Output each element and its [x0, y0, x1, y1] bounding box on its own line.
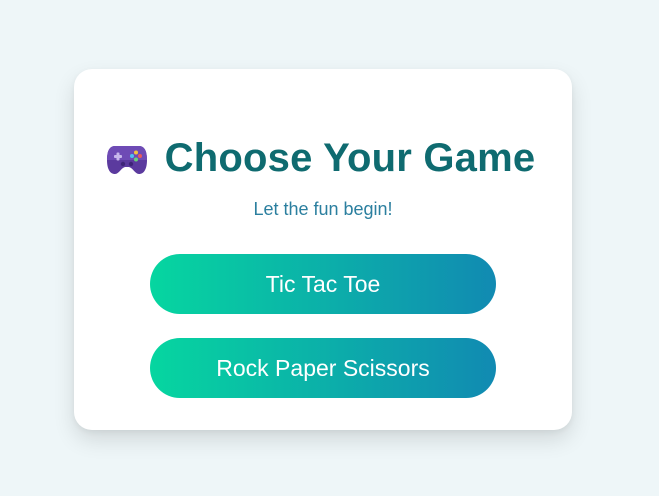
page-title: Choose Your Game	[164, 135, 536, 180]
rock-paper-scissors-button[interactable]: Rock Paper Scissors	[150, 338, 496, 398]
tic-tac-toe-button[interactable]: Tic Tac Toe	[150, 254, 496, 314]
page-subtitle: Let the fun begin!	[253, 199, 393, 219]
card-header: Choose Your Game	[74, 133, 572, 183]
game-controller-icon	[105, 138, 149, 178]
game-menu-card: Choose Your Game Let the fun begin! Tic …	[74, 69, 572, 430]
